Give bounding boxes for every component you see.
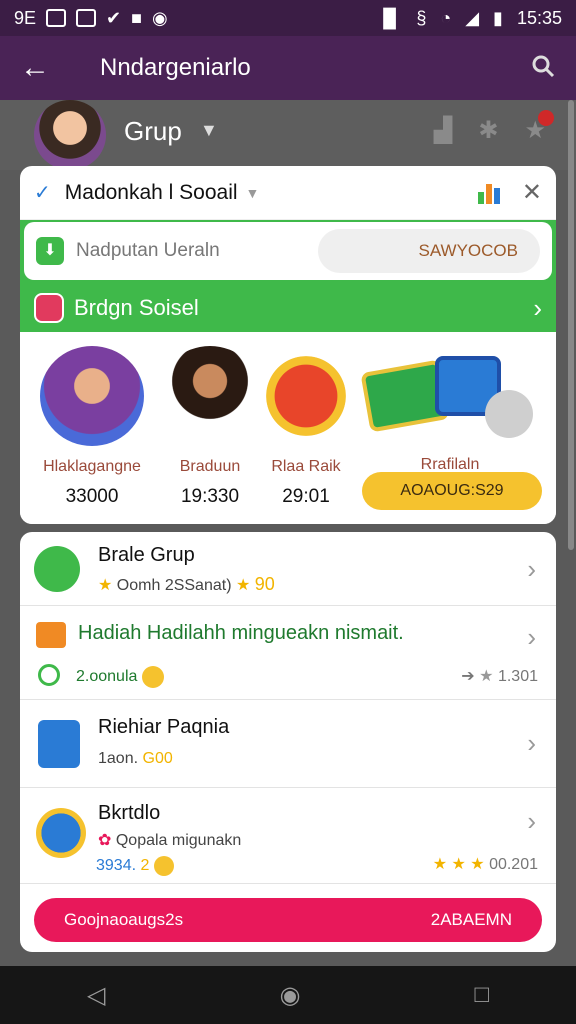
social-card: ✓ Madonkah l Sooail ▼ ✕ ⬇ Nadputan Ueral… [20,166,556,524]
character-icon [158,346,262,446]
status-carrier: 9E [14,7,37,28]
home-icon[interactable]: ◉ [279,981,300,1010]
chevron-down-icon[interactable]: ▼ [246,185,260,201]
battery-icon: ▮ [493,7,503,28]
ticket-icon [38,720,80,768]
coin-icon [141,666,164,688]
check-icon: ✔ [106,7,122,28]
list-item[interactable]: Bkrtdlo ✿ Qopala migunakn 3934. 2 ★ ★ ★ … [20,788,556,884]
check-icon: ✓ [34,182,51,204]
reward-pill[interactable]: AOAOUG:S29 [362,472,542,510]
tile-value: 19:330 [180,486,240,507]
input-placeholder: Nadputan Ueraln [76,240,220,261]
cta-left: Goojnaoaugs2s [64,910,184,929]
app-bar: ← Nndargeniarlo [0,36,576,100]
page-title: Nndargeniarlo [100,54,251,81]
star-icon: ★ [98,577,113,594]
item-title: Brale Grup [98,544,195,566]
chevron-right-icon[interactable]: › [527,806,536,837]
back-arrow-icon[interactable]: ← [20,51,60,85]
item-sub: 2.oonula [76,666,164,688]
like-icon[interactable]: ▟ [434,116,452,145]
back-icon[interactable]: ◁ [87,981,105,1010]
globe-icon [36,808,86,858]
tile-item[interactable]: Rrafilaln [360,346,540,474]
coin-icon [266,356,346,436]
close-icon[interactable]: ✕ [522,178,542,207]
item-sub2: 3934. 2 [96,856,174,876]
vpn-icon: ◉ [152,7,168,28]
item-title: Hadiah Hadilahh mingueakn nismait. [78,622,404,644]
input-row[interactable]: ⬇ Nadputan Ueraln SAWYOCOB [24,222,552,280]
cta-button[interactable]: Goojnaoaugs2s 2ABAEMN [34,898,542,942]
tile-item[interactable]: Rlaa Raik 29:01 [266,346,346,508]
header-actions: ▟ ✱ ★ [434,110,554,145]
input-pill[interactable]: SAWYOCOB [318,229,540,273]
item-sub: 1aon. G00 [98,750,173,767]
list-item[interactable]: Hadiah Hadilahh mingueakn nismait. 2.oon… [20,606,556,700]
tile-name: Braduun [179,458,241,475]
message-icon [76,9,97,27]
flower-icon: ✿ [98,832,112,849]
item-value: ★ ★ ★ 00.201 [432,856,538,873]
star-icon: ★ ★ ★ [432,856,485,873]
gallery-icon [46,9,67,27]
banner-label: Brdgn Soisel [74,295,199,320]
clock: 15:35 [516,7,562,28]
chart-icon[interactable] [477,182,502,204]
group-icon [34,546,80,592]
item-title: Riehiar Paqnia [98,716,230,738]
tile-item[interactable]: Braduun 19:330 [158,346,262,508]
recents-icon[interactable]: □ [474,981,489,1009]
chevron-right-icon[interactable]: › [527,554,536,585]
whatsapp-icon [38,664,60,686]
status-bar: 9E ✔ ■ ◉ ▐▌ § ◔ ◢ ▮ 15:35 [0,0,576,36]
tile-value: 33000 [65,486,119,507]
banner-row[interactable]: Brdgn Soisel › [20,284,556,332]
notification-icon[interactable]: ★ [524,110,554,145]
item-value: ➔ ★ 1.301 [461,668,538,685]
search-icon[interactable] [530,53,556,84]
bag-icon: ■ [131,7,142,28]
badge-icon [34,293,64,323]
list-item[interactable]: Riehiar Paqnia 1aon. G00 › [20,700,556,788]
list-card: Brale Grup ★ Oomh 2SSanat) ★ 90 › Hadiah… [20,532,556,952]
box-icon [36,622,66,648]
wifi-icon: ◔ [440,7,452,28]
group-label[interactable]: Grup [124,116,182,147]
signal-icon: ◢ [465,7,480,28]
download-icon: ⬇ [36,237,64,265]
vibrate-icon: ▐▌ [376,7,403,28]
chevron-right-icon[interactable]: › [527,728,536,759]
item-title: Bkrtdlo [98,802,161,824]
cta-right: 2ABAEMN [430,910,512,929]
item-sub: ★ Oomh 2SSanat) ★ 90 [98,574,275,594]
coin-icon [153,856,174,876]
chevron-right-icon[interactable]: › [533,293,542,324]
character-icon [40,346,144,446]
scrollbar[interactable] [568,100,574,550]
nfc-icon: § [416,7,427,28]
share-icon: ➔ [461,668,475,685]
chevron-right-icon[interactable]: › [527,622,536,653]
card-title: Madonkah l Sooail [64,180,238,204]
tile-item[interactable]: Hlaklagangne 33000 [40,346,144,508]
item-sub: ✿ Qopala migunakn [98,832,242,849]
chevron-down-icon[interactable]: ▼ [200,120,218,141]
card-header: ✓ Madonkah l Sooail ▼ ✕ [20,166,556,220]
list-item[interactable]: Brale Grup ★ Oomh 2SSanat) ★ 90 › [20,532,556,606]
card-game-icon [360,346,535,438]
avatar[interactable] [34,100,106,170]
tile-name: Hlaklagangne [43,458,141,475]
tile-value: 29:01 [282,486,330,507]
settings-icon[interactable]: ✱ [478,116,498,145]
tile-name: Rlaa Raik [271,458,341,475]
system-nav-bar: ◁ ◉ □ [0,966,576,1024]
star-icon: ★ [235,577,251,594]
star-icon: ★ [479,668,494,685]
